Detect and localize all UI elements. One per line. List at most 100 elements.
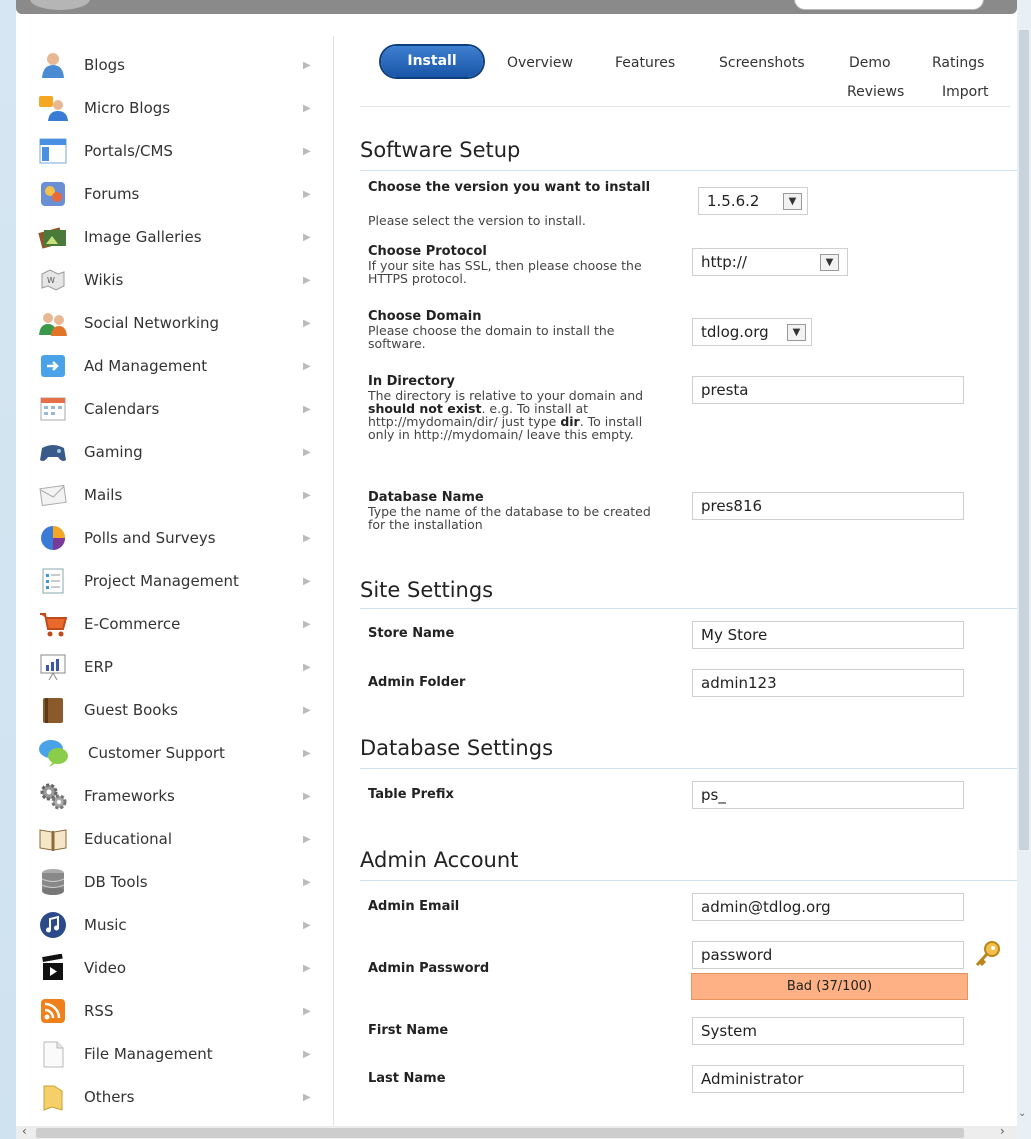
chevron-down-icon: ▼ — [820, 254, 839, 271]
top-search-box[interactable] — [794, 0, 984, 10]
sidebar-item-rss[interactable]: RSS ▶ — [16, 990, 334, 1032]
scroll-right-arrow-icon[interactable]: › — [1000, 1124, 1005, 1138]
sidebar-item-label: ERP — [84, 658, 113, 676]
tab-install[interactable]: Install — [381, 46, 483, 77]
sidebar-item-wikis[interactable]: W Wikis ▶ — [16, 259, 334, 301]
sidebar-item-label: Social Networking — [84, 314, 220, 332]
sidebar-item-gaming[interactable]: Gaming ▶ — [16, 431, 334, 473]
sidebar-item-micro-blogs[interactable]: Micro Blogs ▶ — [16, 87, 334, 129]
first-name-input[interactable] — [692, 1017, 964, 1045]
project-management-icon — [38, 567, 68, 595]
sidebar-item-db-tools[interactable]: DB Tools ▶ — [16, 861, 334, 903]
admin-password-label: Admin Password — [368, 961, 490, 976]
sidebar-item-label: Blogs — [84, 56, 125, 74]
tab-features[interactable]: Features — [615, 55, 675, 71]
customer-support-icon — [38, 739, 68, 767]
micro-blogs-icon — [38, 94, 68, 122]
domain-select[interactable]: tdlog.org ▼ — [692, 318, 812, 346]
sidebar-item-guest-books[interactable]: Guest Books ▶ — [16, 689, 334, 731]
sidebar-item-file-management[interactable]: File Management ▶ — [16, 1033, 334, 1075]
tab-overview[interactable]: Overview — [507, 55, 573, 71]
chevron-right-icon: ▶ — [303, 145, 311, 157]
chevron-right-icon: ▶ — [303, 188, 311, 200]
wikis-icon: W — [38, 266, 68, 294]
vertical-scrollbar-thumb[interactable] — [1019, 30, 1029, 850]
protocol-label: Choose Protocol — [368, 244, 487, 259]
sidebar-item-others[interactable]: Others ▶ — [16, 1076, 334, 1118]
admin-password-input[interactable] — [692, 941, 964, 969]
admin-email-input[interactable] — [692, 893, 964, 921]
table-prefix-input[interactable] — [692, 781, 964, 809]
sidebar-item-erp[interactable]: ERP ▶ — [16, 646, 334, 688]
sidebar-item-frameworks[interactable]: Frameworks ▶ — [16, 775, 334, 817]
sidebar-item-image-galleries[interactable]: Image Galleries ▶ — [16, 216, 334, 258]
protocol-select[interactable]: http:// ▼ — [692, 248, 848, 276]
sidebar-item-video[interactable]: Video ▶ — [16, 947, 334, 989]
chevron-right-icon: ▶ — [303, 790, 311, 802]
horizontal-scrollbar-thumb[interactable] — [36, 1128, 964, 1138]
sidebar-item-label: Others — [84, 1088, 135, 1106]
sidebar-item-forums[interactable]: Forums ▶ — [16, 173, 334, 215]
sidebar-item-e-commerce[interactable]: E-Commerce ▶ — [16, 603, 334, 645]
sidebar-item-social-networking[interactable]: Social Networking ▶ — [16, 302, 334, 344]
domain-select-value: tdlog.org — [701, 323, 769, 341]
chevron-right-icon: ▶ — [303, 446, 311, 458]
sidebar-item-calendars[interactable]: Calendars ▶ — [16, 388, 334, 430]
sidebar-item-educational[interactable]: Educational ▶ — [16, 818, 334, 860]
scroll-down-arrow-icon[interactable]: ⌄ — [1018, 1108, 1026, 1119]
sidebar-item-portals-cms[interactable]: Portals/CMS ▶ — [16, 130, 334, 172]
database-name-input[interactable] — [692, 492, 964, 520]
scroll-left-arrow-icon[interactable]: ‹ — [22, 1124, 27, 1138]
sidebar-item-polls[interactable]: Polls and Surveys ▶ — [16, 517, 334, 559]
guest-books-icon — [38, 696, 68, 724]
sidebar-item-label: RSS — [84, 1002, 114, 1020]
blogs-icon — [38, 51, 68, 79]
sidebar-item-label: Ad Management — [84, 357, 208, 375]
tab-demo[interactable]: Demo — [849, 55, 891, 71]
music-icon — [38, 911, 68, 939]
sidebar-item-customer-support[interactable]: Customer Support ▶ — [16, 732, 334, 774]
chevron-right-icon: ▶ — [303, 274, 311, 286]
version-description: Please select the version to install. — [368, 213, 586, 228]
tab-reviews[interactable]: Reviews — [847, 84, 904, 100]
sidebar-item-project-management[interactable]: Project Management ▶ — [16, 560, 334, 602]
admin-folder-input[interactable] — [692, 669, 964, 697]
chevron-right-icon: ▶ — [303, 59, 311, 71]
sidebar-item-label: Frameworks — [84, 787, 175, 805]
store-name-input[interactable] — [692, 621, 964, 649]
store-name-label: Store Name — [368, 626, 455, 641]
sidebar-item-music[interactable]: Music ▶ — [16, 904, 334, 946]
tab-import[interactable]: Import — [942, 84, 988, 100]
sidebar-item-label: Guest Books — [84, 701, 178, 719]
tab-ratings[interactable]: Ratings — [932, 55, 984, 71]
version-select[interactable]: 1.5.6.2 ▼ — [698, 187, 808, 215]
tab-screenshots[interactable]: Screenshots — [719, 55, 805, 71]
chevron-right-icon: ▶ — [303, 360, 311, 372]
section-title-admin-account: Admin Account — [360, 848, 519, 872]
sidebar-item-label: E-Commerce — [84, 615, 181, 633]
file-icon — [38, 1040, 68, 1068]
chevron-down-icon: ▼ — [783, 193, 802, 210]
protocol-description: If your site has SSL, then please choose… — [368, 258, 642, 286]
gaming-icon — [38, 438, 68, 466]
sidebar-item-label: Forums — [84, 185, 140, 203]
admin-email-label: Admin Email — [368, 899, 460, 914]
sidebar-item-mails[interactable]: Mails ▶ — [16, 474, 334, 516]
chevron-right-icon: ▶ — [303, 919, 311, 931]
chevron-right-icon: ▶ — [303, 661, 311, 673]
sidebar-item-label: Image Galleries — [84, 228, 202, 246]
erp-icon — [38, 653, 68, 681]
sidebar-item-ad-management[interactable]: Ad Management ▶ — [16, 345, 334, 387]
sidebar-item-blogs[interactable]: Blogs ▶ — [16, 44, 334, 86]
protocol-select-value: http:// — [701, 253, 747, 271]
image-galleries-icon — [38, 223, 68, 251]
directory-input[interactable] — [692, 376, 964, 404]
last-name-input[interactable] — [692, 1065, 964, 1093]
rss-icon — [38, 997, 68, 1025]
chevron-right-icon: ▶ — [303, 575, 311, 587]
chevron-right-icon: ▶ — [303, 618, 311, 630]
polls-icon — [38, 524, 68, 552]
folder-icon — [38, 1083, 68, 1111]
key-icon[interactable] — [972, 940, 1002, 970]
chevron-right-icon: ▶ — [303, 489, 311, 501]
